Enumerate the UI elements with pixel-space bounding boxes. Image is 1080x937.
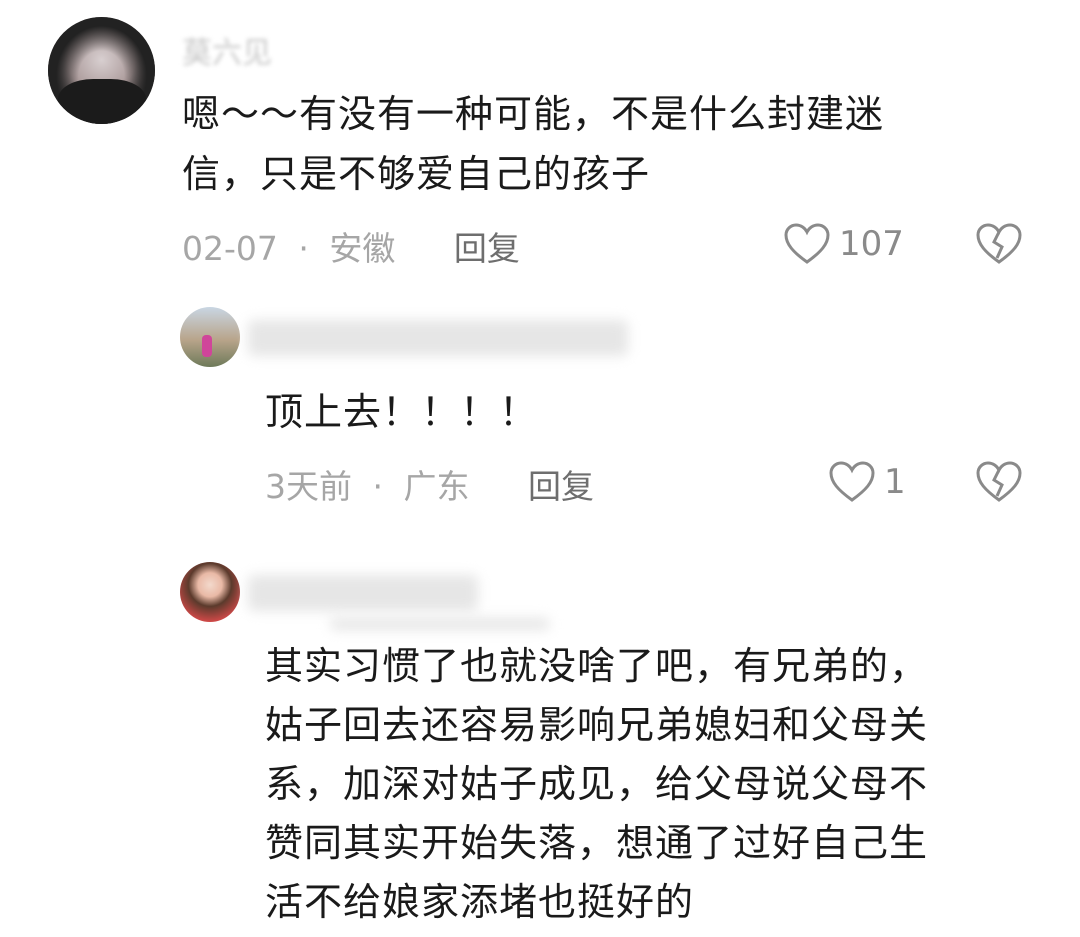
meta-separator: ·	[372, 467, 384, 506]
reply-button[interactable]: 回复	[454, 229, 520, 268]
comment-text: 其实习惯了也就没啥了吧，有兄弟的， 姑子回去还容易影响兄弟媳妇和父母关 系，加深…	[265, 644, 929, 924]
comment-meta: 02-07 · 安徽 回复	[182, 222, 520, 270]
username-blurred	[248, 575, 478, 611]
like-button[interactable]: 107	[783, 222, 904, 266]
avatar[interactable]	[180, 307, 240, 367]
comment-text: 嗯～～有没有一种可能，不是什么封建迷 信，只是不够爱自己的孩子	[182, 92, 885, 196]
like-count: 107	[839, 224, 904, 264]
heart-outline-icon	[784, 223, 830, 264]
comment-date: 02-07	[182, 229, 278, 268]
like-button[interactable]: 1	[828, 460, 906, 504]
like-count: 1	[884, 462, 906, 502]
reply-button[interactable]: 回复	[528, 467, 594, 506]
broken-heart-icon[interactable]	[975, 222, 1023, 266]
meta-separator: ·	[298, 229, 309, 268]
comment-thread: 莫六见 嗯～～有没有一种可能，不是什么封建迷 信，只是不够爱自己的孩子 02-0…	[0, 0, 1080, 937]
username-blurred	[248, 320, 628, 356]
broken-heart-icon[interactable]	[975, 460, 1023, 504]
heart-outline-icon	[829, 461, 875, 502]
username[interactable]: 莫六见	[182, 28, 272, 72]
comment-meta: 3天前 · 广东 回复	[265, 460, 594, 508]
avatar[interactable]	[180, 562, 240, 622]
comment-location: 广东	[403, 467, 470, 506]
comment-date: 3天前	[265, 467, 352, 506]
comment-text: 顶上去！！！！	[265, 390, 539, 434]
comment-location: 安徽	[329, 229, 396, 268]
avatar[interactable]	[48, 17, 155, 124]
